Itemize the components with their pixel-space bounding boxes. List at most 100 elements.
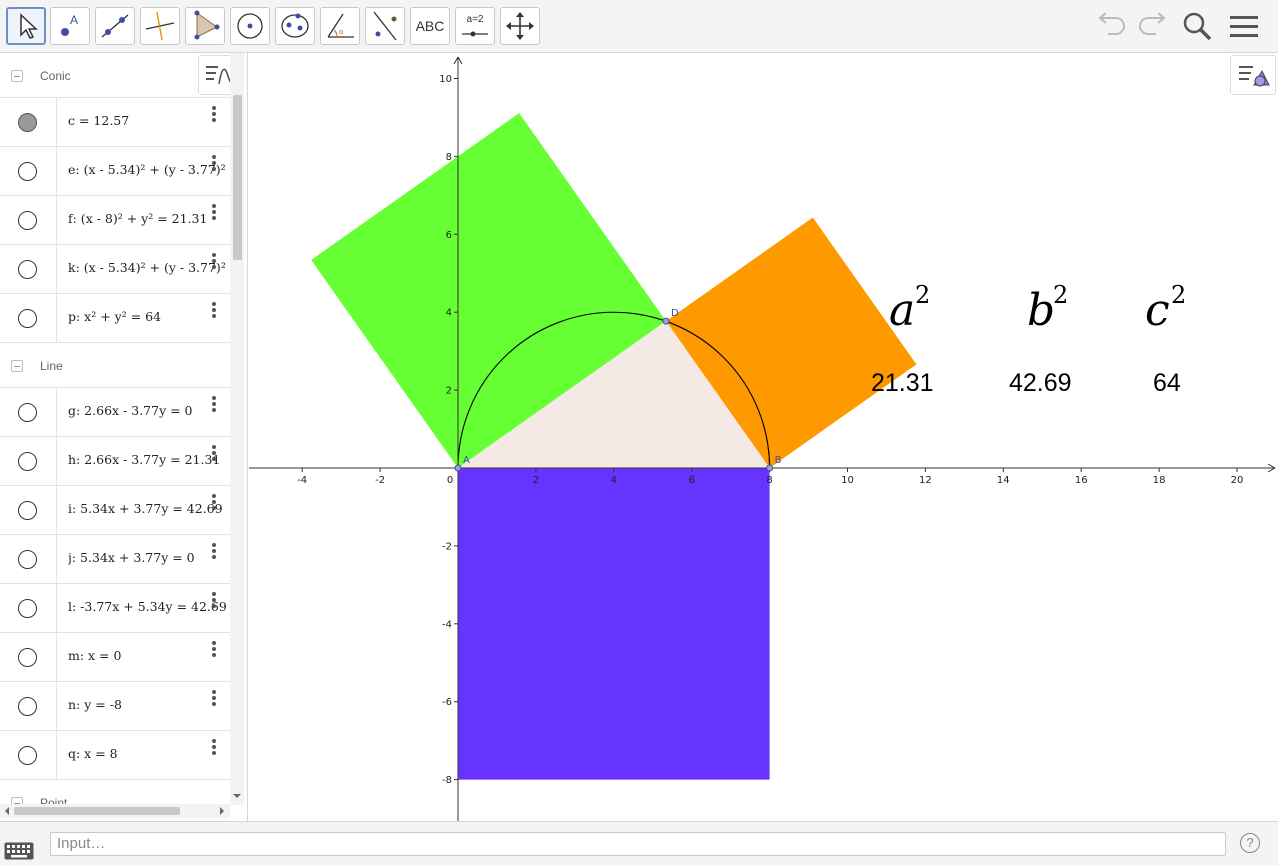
visibility-toggle[interactable] [18,403,37,422]
visibility-cell [0,486,57,534]
group-header-line[interactable]: Line [0,343,230,388]
visibility-toggle[interactable] [18,162,37,181]
line-tool[interactable] [95,7,135,45]
visibility-toggle[interactable] [18,260,37,279]
scroll-down-icon[interactable] [232,791,242,801]
algebra-expression[interactable]: p: x² + y² = 64 [68,309,226,324]
polygon-tool[interactable] [185,7,225,45]
algebra-expression[interactable]: h: 2.66x - 3.77y = 21.31 [68,452,226,467]
visibility-toggle[interactable] [18,550,37,569]
algebra-vertical-scrollbar[interactable] [230,53,244,805]
algebra-row[interactable]: h: 2.66x - 3.77y = 21.31 [0,437,230,486]
algebra-row[interactable]: k: (x - 5.34)² + (y - 3.77)² = 42.69 [0,245,230,294]
graphics-style-bar-button[interactable] [1230,55,1276,95]
visibility-cell [0,147,57,195]
group-header-conic[interactable]: Conic [0,53,230,98]
menu-button[interactable] [1227,10,1261,44]
point-d[interactable] [662,317,670,325]
algebra-row[interactable]: m: x = 0 [0,633,230,682]
more-options-icon[interactable] [209,302,219,320]
point-a[interactable] [454,464,462,472]
algebra-expression[interactable]: k: (x - 5.34)² + (y - 3.77)² = 42.69 [68,260,226,275]
perpendicular-line-tool[interactable] [140,7,180,45]
visibility-toggle[interactable] [18,648,37,667]
point-tool[interactable]: A [50,7,90,45]
undo-button[interactable] [1096,10,1130,44]
algebra-expression[interactable]: l: -3.77x + 5.34y = 42.69 [68,599,226,614]
algebra-hscroll-thumb[interactable] [14,807,180,815]
algebra-row[interactable]: j: 5.34x + 3.77y = 0 [0,535,230,584]
more-options-icon[interactable] [209,543,219,561]
algebra-expression[interactable]: j: 5.34x + 3.77y = 0 [68,550,226,565]
more-options-icon[interactable] [209,445,219,463]
algebra-expression[interactable]: e: (x - 5.34)² + (y - 3.77)² = 21.31 [68,162,226,177]
polygon-icon [194,10,220,40]
algebra-expression[interactable]: f: (x - 8)² + y² = 21.31 [68,211,226,226]
point-b[interactable] [766,464,774,472]
algebra-row[interactable]: n: y = -8 [0,682,230,731]
algebra-row[interactable]: f: (x - 8)² + y² = 21.31 [0,196,230,245]
scroll-right-icon[interactable] [217,806,227,816]
visibility-toggle[interactable] [18,211,37,230]
move-tool[interactable] [6,7,46,45]
text-tool[interactable]: ABC [410,7,450,45]
collapse-toggle-icon[interactable] [11,360,23,372]
move-graphics-tool[interactable] [500,7,540,45]
perpendicular-icon [145,11,175,41]
algebra-expression[interactable]: q: x = 8 [68,746,226,761]
menu-icon [1230,16,1258,37]
algebra-row[interactable]: i: 5.34x + 3.77y = 42.69 [0,486,230,535]
more-options-icon[interactable] [209,106,219,124]
collapse-toggle-icon[interactable] [11,70,23,82]
visibility-toggle[interactable] [18,746,37,765]
algebra-expression[interactable]: g: 2.66x - 3.77y = 0 [68,403,226,418]
search-button[interactable] [1180,10,1214,44]
graphics-view[interactable]: -4 -2 0 2 4 6 8 10 12 14 16 18 20 10 8 6 4 2 -2 -4 -6 -8 A B Da 2… [249,53,1278,821]
ellipse-icon [281,13,309,38]
visibility-toggle[interactable] [18,309,37,328]
more-options-icon[interactable] [209,641,219,659]
graphics-canvas[interactable]: -4 -2 0 2 4 6 8 10 12 14 16 18 20108642-2-4-6-8A BD a 2… [249,53,1278,821]
more-options-icon[interactable] [209,739,219,757]
square-c[interactable] [458,468,770,780]
help-button[interactable]: ? [1240,833,1260,853]
keyboard-icon[interactable] [4,842,34,860]
more-options-icon[interactable] [209,204,219,222]
algebra-row[interactable]: q: x = 8 [0,731,230,780]
algebra-scroll-thumb[interactable] [233,95,242,260]
redo-button[interactable] [1134,10,1168,44]
visibility-toggle[interactable] [18,501,37,520]
input-field[interactable]: Input… [50,832,1226,856]
move-arrows-icon [506,12,534,40]
visibility-toggle[interactable] [18,599,37,618]
more-options-icon[interactable] [209,690,219,708]
scroll-left-icon[interactable] [2,806,12,816]
algebra-row[interactable]: l: -3.77x + 5.34y = 42.69 [0,584,230,633]
square-label-a: a [889,285,915,336]
y-tick-label: 6 [446,230,452,241]
more-options-icon[interactable] [209,494,219,512]
algebra-expression[interactable]: c = 12.57 [68,113,226,128]
visibility-toggle[interactable] [18,452,37,471]
angle-tool[interactable]: α [320,7,360,45]
algebra-expression[interactable]: n: y = -8 [68,697,226,712]
visibility-toggle[interactable] [18,697,37,716]
slider-tool[interactable]: a=2 [455,7,495,45]
circle-center-point-tool[interactable] [230,7,270,45]
algebra-row[interactable]: p: x² + y² = 64 [0,294,230,343]
algebra-row[interactable]: e: (x - 5.34)² + (y - 3.77)² = 21.31 [0,147,230,196]
x-tick-label: 20 [1231,475,1244,486]
more-options-icon[interactable] [209,253,219,271]
x-tick-label: 12 [919,475,932,486]
algebra-row[interactable]: g: 2.66x - 3.77y = 0 [0,388,230,437]
algebra-horizontal-scrollbar[interactable] [0,804,230,818]
algebra-expression[interactable]: i: 5.34x + 3.77y = 42.69 [68,501,226,516]
more-options-icon[interactable] [209,155,219,173]
algebra-row[interactable]: c = 12.57 [0,98,230,147]
more-options-icon[interactable] [209,592,219,610]
more-options-icon[interactable] [209,396,219,414]
visibility-toggle[interactable] [18,113,37,132]
reflect-tool[interactable] [365,7,405,45]
ellipse-tool[interactable] [275,7,315,45]
algebra-expression[interactable]: m: x = 0 [68,648,226,663]
